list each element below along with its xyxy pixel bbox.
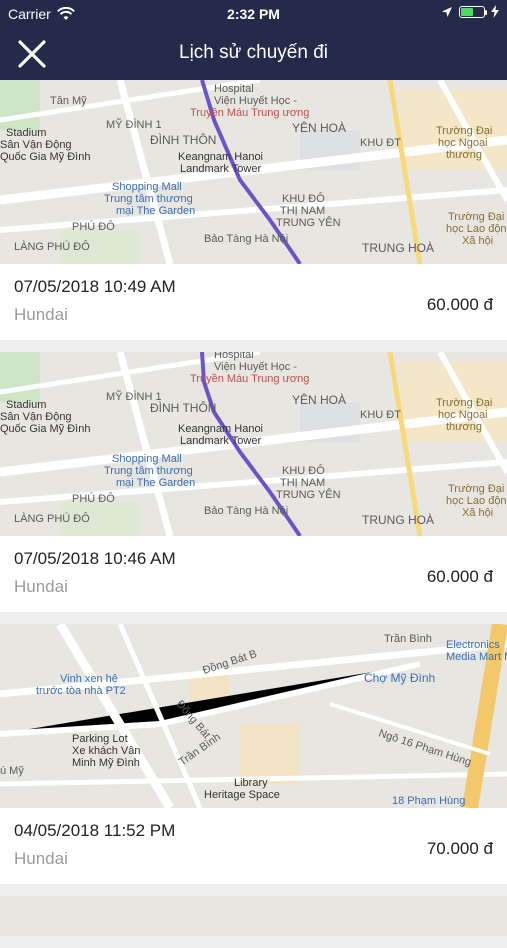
map-label: Library	[234, 777, 268, 789]
trip-card[interactable]: Trần Bình Electronics Media Mart M Đồng …	[0, 624, 507, 884]
map-label: KHU ĐT	[360, 409, 401, 421]
trip-price: 60.000 đ	[426, 295, 493, 314]
map-label: học Ngoại	[438, 409, 488, 421]
map-label: TRUNG HOÀ	[362, 512, 434, 527]
map-label: Viện Huyết Học -	[214, 95, 297, 107]
trip-vehicle: Hundai	[14, 577, 68, 596]
trip-vehicle: Hundai	[14, 305, 68, 324]
trip-price: 70.000 đ	[426, 839, 493, 858]
trip-date: 04/05/2018 11:52 PM	[14, 821, 176, 840]
map-label: Landmark Tower	[180, 163, 261, 175]
map-label: 18 Phạm Hùng	[392, 795, 465, 807]
trip-card-partial[interactable]	[0, 896, 507, 936]
trip-map: Hospital Viện Huyết Học - Truyền Máu Tru…	[0, 80, 507, 264]
trip-date: 07/05/2018 10:49 AM	[14, 277, 176, 296]
map-label: Sân Vận Động	[0, 411, 72, 423]
map-label: ú Mỹ	[0, 765, 24, 777]
map-label: Trung tâm thương	[104, 193, 193, 205]
map-label: Chợ Mỹ Đình	[364, 671, 435, 685]
map-label: Shopping Mall	[112, 453, 182, 465]
map-label: thương	[446, 421, 482, 433]
map-label: Trường Đại	[436, 125, 492, 137]
status-time: 2:32 PM	[227, 6, 280, 22]
header-bar: Lịch sử chuyến đi	[0, 28, 507, 80]
map-label: Minh Mỹ Đình	[72, 757, 140, 769]
map-label: học Lao động	[446, 223, 507, 235]
map-label: Viện Huyết Học -	[214, 361, 297, 373]
map-label: học Lao động	[446, 495, 507, 507]
map-label: ĐÌNH THÔN	[150, 132, 216, 147]
map-label: THỊ NAM	[280, 477, 325, 489]
map-label: THỊ NAM	[280, 205, 325, 217]
map-label: Truyền Máu Trung ương	[190, 107, 309, 119]
map-label: KHU ĐÔ	[282, 464, 325, 477]
map-label: Electronics	[446, 639, 500, 651]
trip-info: 07/05/2018 10:49 AM Hundai 60.000 đ	[0, 264, 507, 340]
page-title: Lịch sử chuyến đi	[179, 42, 328, 63]
map-label: Quốc Gia Mỹ Đình	[0, 423, 90, 435]
map-label: TRUNG YÊN	[276, 488, 341, 501]
map-label: Heritage Space	[204, 789, 280, 801]
trip-date: 07/05/2018 10:46 AM	[14, 549, 176, 568]
trip-price: 60.000 đ	[426, 567, 493, 586]
map-label: Bảo Tàng Hà Nội	[204, 505, 288, 517]
map-label: Shopping Mall	[112, 181, 182, 193]
map-label: Trung tâm thương	[104, 465, 193, 477]
map-label: Stadium	[6, 399, 46, 411]
map-label: Parking Lot	[72, 733, 128, 745]
map-label: Tân Mỹ	[50, 95, 87, 107]
map-label: mại The Garden	[116, 477, 195, 489]
trip-map: Trần Bình Electronics Media Mart M Đồng …	[0, 624, 507, 808]
map-label: Vinh xen hệ	[60, 673, 118, 685]
trip-info: 04/05/2018 11:52 PM Hundai 70.000 đ	[0, 808, 507, 884]
map-label: ĐÌNH THÔN	[150, 400, 216, 415]
map-label: KHU ĐÔ	[282, 192, 325, 205]
map-label: LÀNG PHÚ ĐÔ	[14, 240, 90, 253]
trip-list: Hospital Viện Huyết Học - Truyền Máu Tru…	[0, 80, 507, 948]
map-label: Keangnam Hanoi	[178, 423, 263, 435]
map-label: Quốc Gia Mỹ Đình	[0, 151, 90, 163]
map-label: TRUNG YÊN	[276, 216, 341, 229]
trip-vehicle: Hundai	[14, 849, 68, 868]
map-label: học Ngoại	[438, 137, 488, 149]
map-label: KHU ĐT	[360, 137, 401, 149]
map-label: Xã hội	[462, 507, 493, 519]
location-arrow-icon	[442, 6, 452, 17]
map-label: YÊN HOÀ	[292, 392, 346, 407]
trip-card[interactable]: Hospital Viện Huyết Học - Truyền Máu Tru…	[0, 80, 507, 340]
trip-card[interactable]: Hospital Viện Huyết Học - Truyền Máu Tru…	[0, 352, 507, 612]
map-label: YÊN HOÀ	[292, 120, 346, 135]
map-label: TRUNG HOÀ	[362, 240, 434, 255]
map-label: trước tòa nhà PT2	[36, 685, 126, 697]
battery-icon	[459, 5, 487, 18]
status-bar: Carrier 2:32 PM	[0, 0, 507, 28]
map-label: Keangnam Hanoi	[178, 151, 263, 163]
map-label: Truyền Máu Trung ương	[190, 373, 309, 385]
map-label: Trần Bình	[384, 633, 432, 645]
map-label: Trường Đại	[436, 397, 492, 409]
map-label: Xã hội	[462, 235, 493, 247]
map-label: Sân Vận Động	[0, 139, 72, 151]
map-label: Xe khách Vân	[72, 745, 141, 757]
map-label: Trường Đại	[448, 483, 504, 495]
map-label: Stadium	[6, 127, 46, 139]
charging-bolt-icon	[491, 5, 499, 18]
map-label: Hospital	[214, 83, 254, 95]
map-label: mại The Garden	[116, 205, 195, 217]
map-label: PHÚ ĐÔ	[72, 492, 115, 505]
map-label: Landmark Tower	[180, 435, 261, 447]
map-label: Media Mart M	[446, 651, 507, 663]
map-label: thương	[446, 149, 482, 161]
map-label: PHÚ ĐÔ	[72, 220, 115, 233]
map-label: MỸ ĐÌNH 1	[106, 118, 162, 131]
trip-map: Hospital Viện Huyết Học - Truyền Máu Tru…	[0, 352, 507, 536]
map-label: Trường Đại	[448, 211, 504, 223]
map-label: LÀNG PHÚ ĐÔ	[14, 512, 90, 525]
map-label: Hospital	[214, 352, 254, 361]
map-label: Bảo Tàng Hà Nội	[204, 233, 288, 245]
trip-info: 07/05/2018 10:46 AM Hundai 60.000 đ	[0, 536, 507, 612]
